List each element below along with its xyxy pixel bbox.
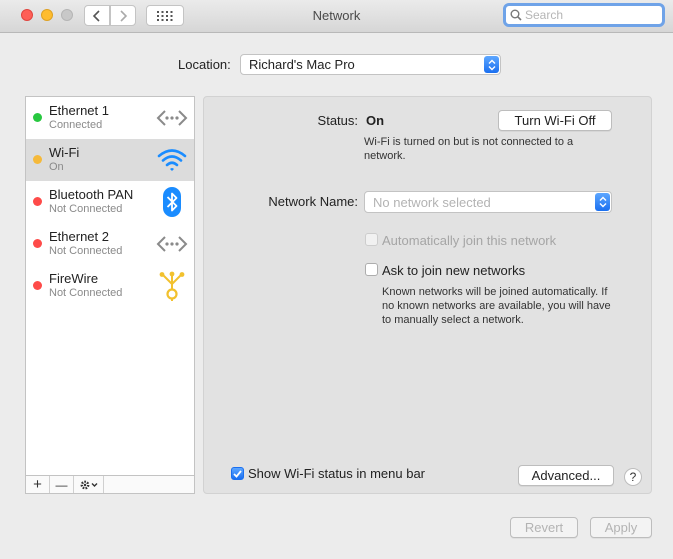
service-status: Not Connected bbox=[49, 245, 123, 257]
location-label: Location: bbox=[178, 57, 231, 72]
service-name: Bluetooth PAN bbox=[49, 187, 134, 202]
show-status-checkbox[interactable] bbox=[231, 467, 244, 480]
status-value: On bbox=[366, 113, 385, 128]
apply-button[interactable]: Apply bbox=[590, 517, 652, 538]
service-name: Ethernet 1 bbox=[49, 103, 109, 118]
service-item-ethernet-1[interactable]: Ethernet 1 Connected bbox=[26, 97, 194, 139]
network-preferences-window: Network Location: Richard's Mac Pro Ethe… bbox=[0, 0, 673, 559]
add-service-button[interactable]: + bbox=[26, 476, 50, 493]
network-service-list: Ethernet 1 Connected Wi-Fi On Bluetooth … bbox=[25, 96, 195, 476]
remove-service-button[interactable]: — bbox=[50, 476, 74, 493]
service-name: Ethernet 2 bbox=[49, 229, 109, 244]
service-status: On bbox=[49, 161, 64, 173]
firewire-icon bbox=[159, 271, 185, 301]
service-item-bluetooth-pan[interactable]: Bluetooth PAN Not Connected bbox=[26, 181, 194, 223]
ethernet-icon bbox=[156, 236, 188, 252]
gear-icon bbox=[80, 480, 97, 489]
advanced-button[interactable]: Advanced... bbox=[518, 465, 614, 486]
checkmark-icon bbox=[233, 469, 242, 478]
service-item-firewire[interactable]: FireWire Not Connected bbox=[26, 265, 194, 307]
service-status: Connected bbox=[49, 119, 103, 131]
search-input[interactable] bbox=[525, 8, 655, 22]
network-name-value: No network selected bbox=[373, 194, 491, 210]
status-dot bbox=[33, 155, 42, 164]
status-description: Wi-Fi is turned on but is not connected … bbox=[364, 136, 574, 162]
service-item-ethernet-2[interactable]: Ethernet 2 Not Connected bbox=[26, 223, 194, 265]
popup-stepper-icon bbox=[595, 193, 610, 211]
turn-wifi-off-button[interactable]: Turn Wi-Fi Off bbox=[498, 110, 612, 131]
ask-to-join-label: Ask to join new networks bbox=[382, 263, 526, 278]
search-icon bbox=[510, 9, 522, 21]
service-item-wifi[interactable]: Wi-Fi On bbox=[26, 139, 194, 181]
revert-button[interactable]: Revert bbox=[510, 517, 578, 538]
wifi-settings-panel: Status: On Turn Wi-Fi Off Wi-Fi is turne… bbox=[203, 96, 652, 494]
status-dot bbox=[33, 281, 42, 290]
bluetooth-icon bbox=[163, 187, 181, 217]
service-status: Not Connected bbox=[49, 203, 123, 215]
service-list-toolbar: + — bbox=[25, 475, 195, 494]
location-value: Richard's Mac Pro bbox=[249, 57, 355, 72]
service-status: Not Connected bbox=[49, 287, 123, 299]
wifi-icon bbox=[157, 149, 187, 171]
ethernet-icon bbox=[156, 110, 188, 126]
help-button[interactable]: ? bbox=[624, 468, 642, 486]
status-dot bbox=[33, 239, 42, 248]
service-name: FireWire bbox=[49, 271, 99, 286]
action-menu-button[interactable] bbox=[74, 476, 104, 493]
show-status-label: Show Wi-Fi status in menu bar bbox=[248, 466, 426, 481]
popup-stepper-icon bbox=[484, 56, 499, 73]
search-field[interactable] bbox=[503, 3, 665, 27]
status-dot bbox=[33, 113, 42, 122]
service-name: Wi-Fi bbox=[49, 145, 80, 160]
ask-to-join-description: Known networks will be joined automatica… bbox=[382, 286, 611, 326]
auto-join-checkbox[interactable] bbox=[365, 233, 378, 246]
title-bar: Network bbox=[0, 0, 673, 33]
status-dot bbox=[33, 197, 42, 206]
network-name-popup[interactable]: No network selected bbox=[364, 191, 612, 213]
status-label: Status: bbox=[317, 113, 358, 128]
network-name-label: Network Name: bbox=[268, 194, 358, 209]
auto-join-label: Automatically join this network bbox=[382, 233, 557, 248]
ask-to-join-checkbox[interactable] bbox=[365, 263, 378, 276]
location-popup[interactable]: Richard's Mac Pro bbox=[240, 54, 501, 75]
